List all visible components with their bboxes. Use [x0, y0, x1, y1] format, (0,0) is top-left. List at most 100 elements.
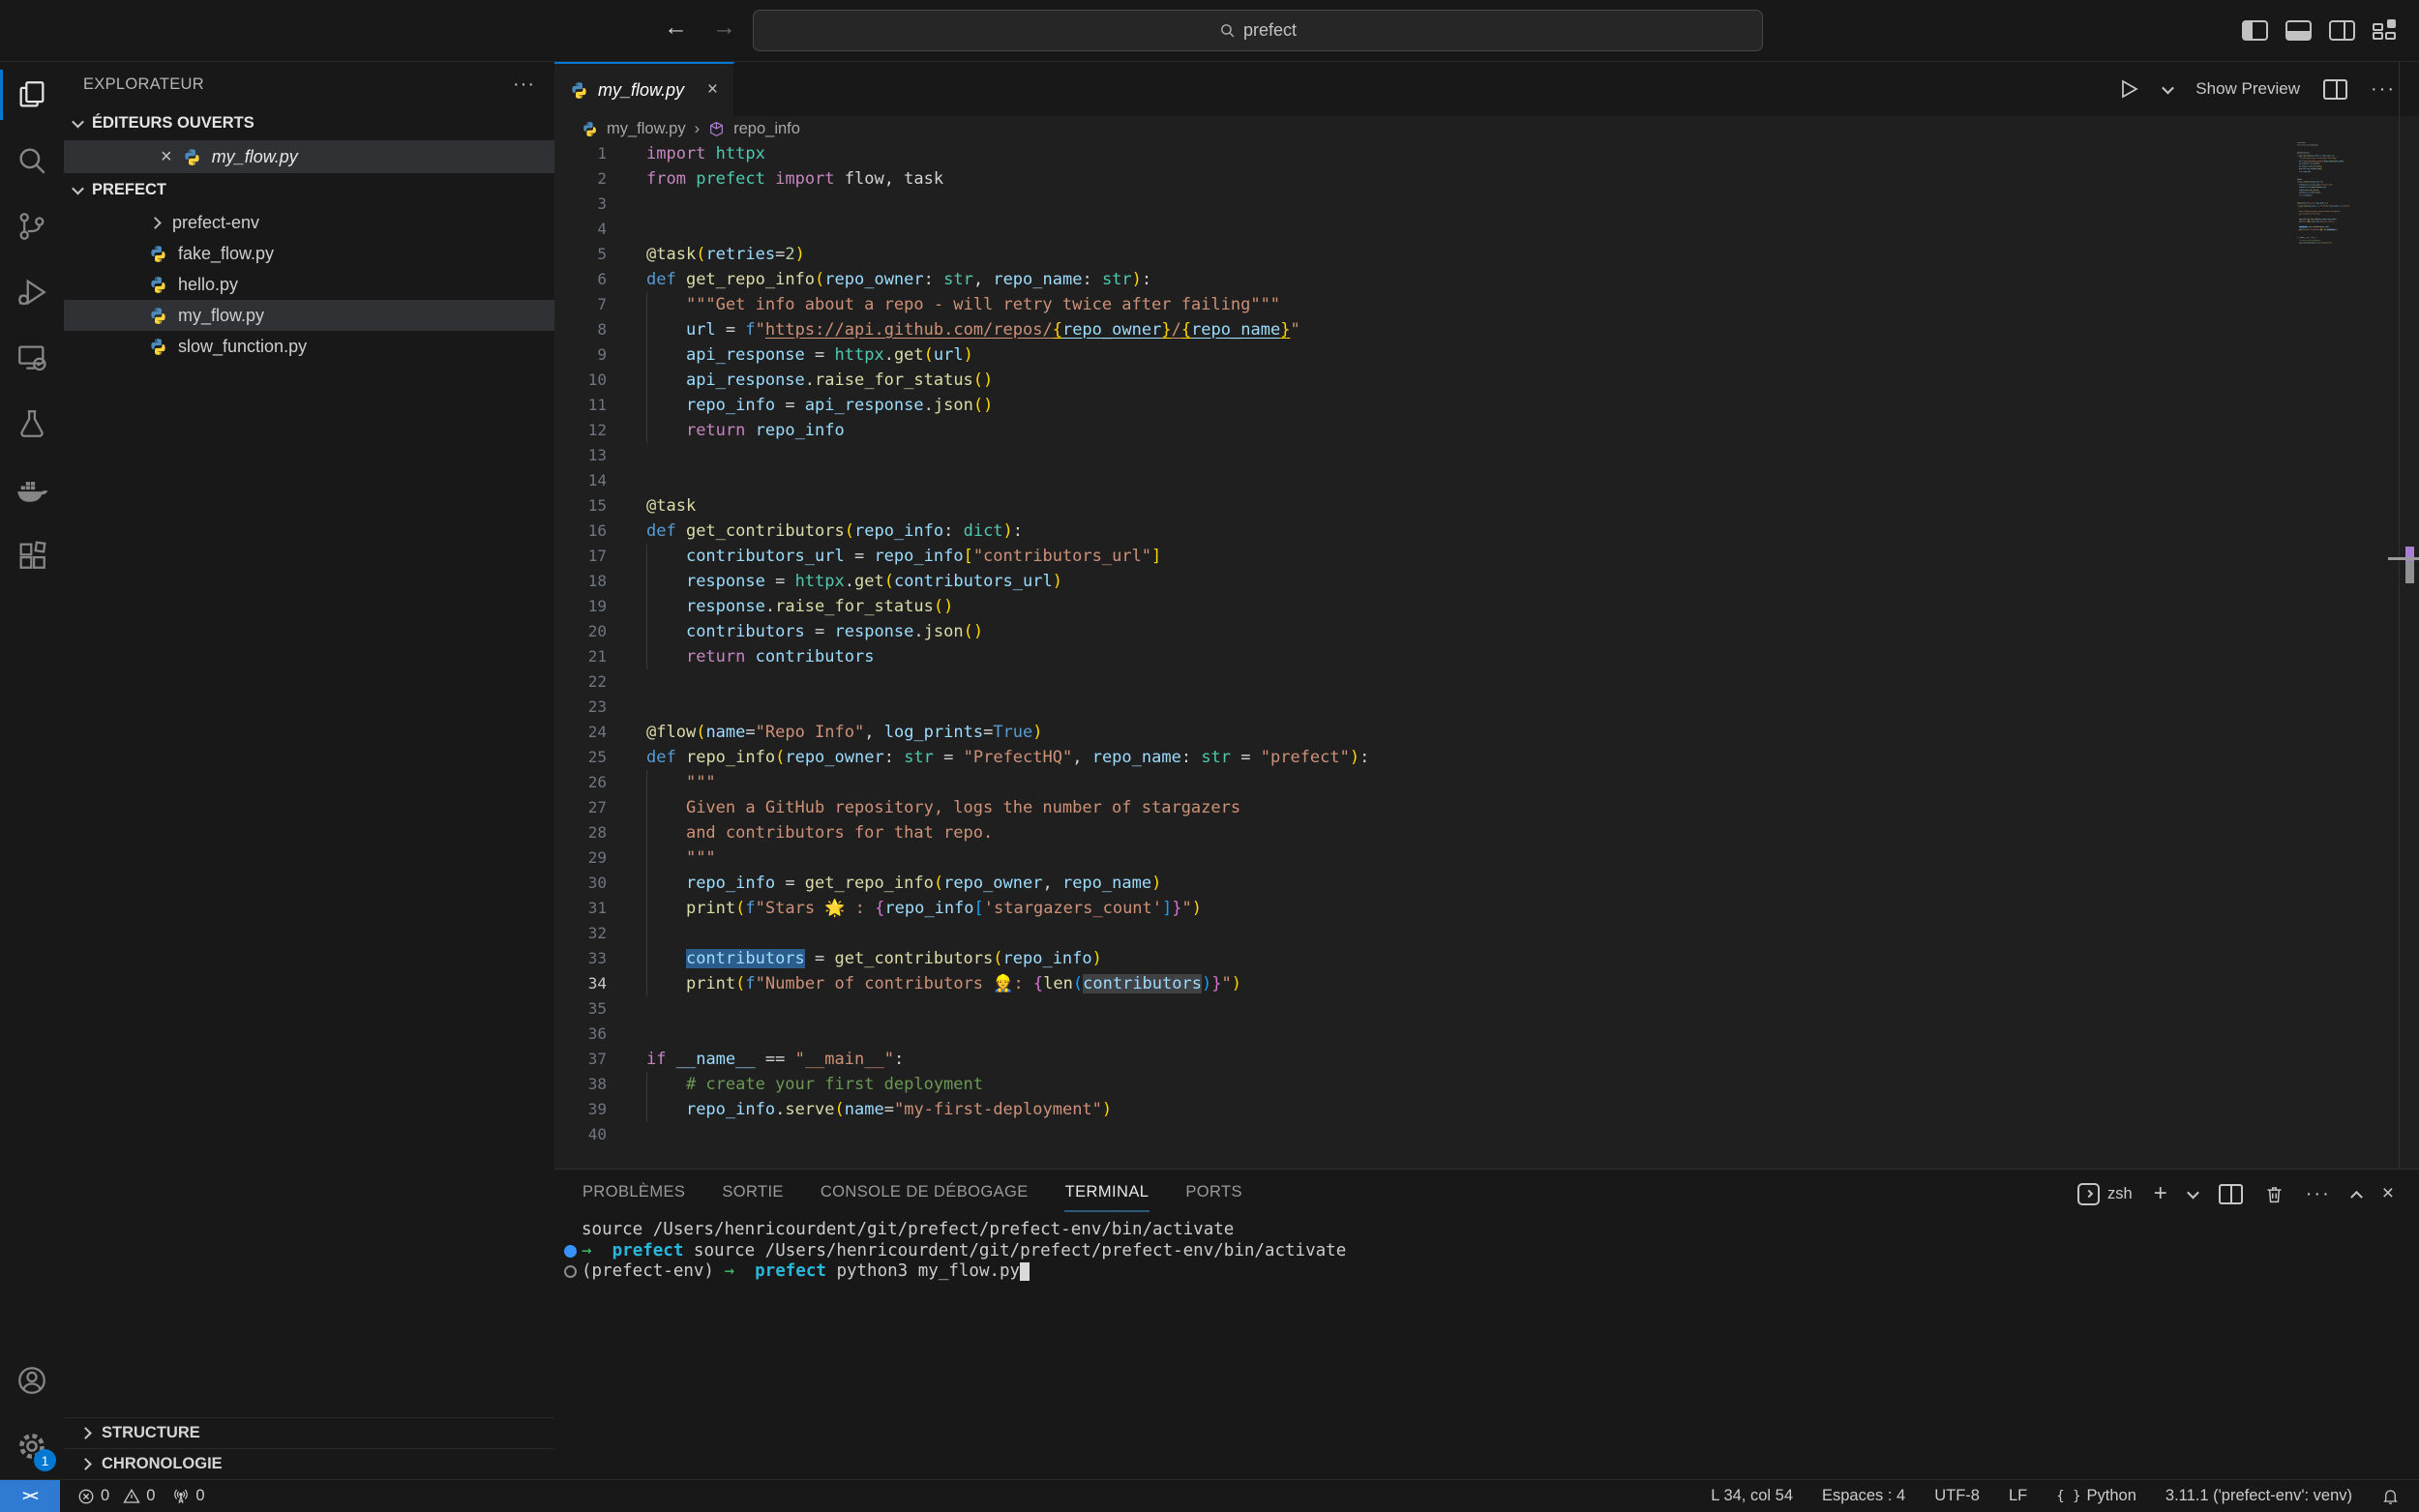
forward-arrow-icon[interactable]: →	[712, 14, 736, 42]
split-editor-icon[interactable]	[2323, 79, 2347, 100]
cursor-position[interactable]: L 34, col 54	[1711, 1487, 1793, 1505]
code-line-23[interactable]: 23	[554, 695, 2419, 720]
remote-indicator[interactable]: ><	[0, 1480, 60, 1512]
run-python-file-button[interactable]	[2117, 77, 2140, 101]
more-actions-icon[interactable]: ···	[2371, 78, 2396, 101]
forwarded-ports-status[interactable]: 0	[172, 1487, 204, 1505]
back-arrow-icon[interactable]: ←	[664, 14, 688, 42]
code-line-19[interactable]: 19 response.raise_for_status()	[554, 594, 2419, 619]
code-line-14[interactable]: 14	[554, 468, 2419, 493]
code-line-1[interactable]: 1import httpx	[554, 141, 2419, 166]
code-line-2[interactable]: 2from prefect import flow, task	[554, 166, 2419, 192]
code-line-36[interactable]: 36	[554, 1022, 2419, 1047]
code-line-31[interactable]: 31 print(f"Stars 🌟 : {repo_info['stargaz…	[554, 896, 2419, 921]
file-tree-item-my_flow.py[interactable]: my_flow.py	[64, 300, 554, 331]
code-line-38[interactable]: 38 # create your first deployment	[554, 1072, 2419, 1097]
code-line-25[interactable]: 25def repo_info(repo_owner: str = "Prefe…	[554, 745, 2419, 770]
file-tree-item-fake_flow.py[interactable]: fake_flow.py	[64, 238, 554, 269]
breadcrumb-symbol[interactable]: repo_info	[733, 120, 800, 138]
encoding-status[interactable]: UTF-8	[1934, 1487, 1980, 1505]
file-tree-item-hello.py[interactable]: hello.py	[64, 269, 554, 300]
code-line-34[interactable]: 34 print(f"Number of contributors 👷: {le…	[554, 971, 2419, 996]
code-line-10[interactable]: 10 api_response.raise_for_status()	[554, 368, 2419, 393]
code-line-16[interactable]: 16def get_contributors(repo_info: dict):	[554, 519, 2419, 544]
code-line-18[interactable]: 18 response = httpx.get(contributors_url…	[554, 569, 2419, 594]
code-line-9[interactable]: 9 api_response = httpx.get(url)	[554, 342, 2419, 368]
bell-icon[interactable]	[2381, 1487, 2400, 1505]
code-line-7[interactable]: 7 """Get info about a repo - will retry …	[554, 292, 2419, 317]
folder-section-header[interactable]: PREFECT	[64, 173, 554, 207]
minimap[interactable]: 1import httpx2from prefect import flow, …	[2297, 141, 2398, 1167]
new-terminal-button[interactable]: +	[2154, 1180, 2167, 1207]
code-line-26[interactable]: 26 """	[554, 770, 2419, 795]
code-area[interactable]: 1import httpx2from prefect import flow, …	[554, 141, 2419, 1169]
toggle-panel-icon[interactable]	[2285, 20, 2312, 41]
structure-section-header[interactable]: STRUCTURE	[64, 1417, 554, 1448]
code-line-8[interactable]: 8 url = f"https://api.github.com/repos/{…	[554, 317, 2419, 342]
settings-button[interactable]: 1	[0, 1413, 64, 1479]
panel-tab-ports[interactable]: PORTS	[1184, 1171, 1243, 1212]
split-terminal-icon[interactable]	[2219, 1184, 2243, 1204]
language-mode[interactable]: { } Python	[2056, 1487, 2136, 1505]
code-line-40[interactable]: 40	[554, 1122, 2419, 1147]
customize-layout-icon[interactable]	[2373, 19, 2398, 41]
code-line-5[interactable]: 5@task(retries=2)	[554, 242, 2419, 267]
terminal-shell-badge[interactable]: zsh	[2077, 1183, 2133, 1205]
command-center-search[interactable]: prefect	[753, 10, 1763, 51]
open-editors-header[interactable]: ÉDITEURS OUVERTS	[64, 106, 554, 140]
panel-tab-sortie[interactable]: SORTIE	[721, 1171, 785, 1212]
toggle-sidebar-left-icon[interactable]	[2242, 20, 2268, 41]
code-line-32[interactable]: 32	[554, 921, 2419, 946]
code-line-40[interactable]: 40	[2297, 244, 2394, 247]
sidebar-item-testing[interactable]	[0, 391, 64, 457]
code-line-12[interactable]: 12 return repo_info	[554, 418, 2419, 443]
code-line-30[interactable]: 30 repo_info = get_repo_info(repo_owner,…	[554, 871, 2419, 896]
code-line-37[interactable]: 37if __name__ == "__main__":	[554, 1047, 2419, 1072]
close-panel-icon[interactable]: ×	[2382, 1182, 2394, 1205]
sidebar-item-remote-explorer[interactable]	[0, 325, 64, 391]
breadcrumb-file[interactable]: my_flow.py	[607, 120, 686, 138]
code-line-3[interactable]: 3	[554, 192, 2419, 217]
code-line-6[interactable]: 6def get_repo_info(repo_owner: str, repo…	[554, 267, 2419, 292]
file-tree-item-prefect-env[interactable]: prefect-env	[64, 207, 554, 238]
eol-status[interactable]: LF	[2009, 1487, 2027, 1505]
sidebar-item-search[interactable]	[0, 128, 64, 193]
kill-terminal-trash-icon[interactable]	[2264, 1184, 2285, 1204]
code-line-39[interactable]: 39 repo_info.serve(name="my-first-deploy…	[554, 1097, 2419, 1122]
code-line-24[interactable]: 24@flow(name="Repo Info", log_prints=Tru…	[554, 720, 2419, 745]
panel-more-actions-icon[interactable]: ···	[2306, 1183, 2331, 1205]
explorer-more-actions[interactable]: ···	[513, 74, 535, 96]
sidebar-item-run-debug[interactable]	[0, 259, 64, 325]
code-line-35[interactable]: 35	[554, 996, 2419, 1022]
code-line-20[interactable]: 20 contributors = response.json()	[554, 619, 2419, 644]
code-line-13[interactable]: 13	[554, 443, 2419, 468]
code-line-21[interactable]: 21 return contributors	[554, 644, 2419, 669]
toggle-sidebar-right-icon[interactable]	[2329, 20, 2355, 41]
terminal-output[interactable]: source /Users/henricourdent/git/prefect/…	[554, 1220, 2419, 1479]
panel-tab-probl-mes[interactable]: PROBLÈMES	[582, 1171, 686, 1212]
code-line-11[interactable]: 11 repo_info = api_response.json()	[554, 393, 2419, 418]
panel-tab-terminal[interactable]: TERMINAL	[1064, 1171, 1150, 1212]
maximize-panel-chevron-icon[interactable]	[2350, 1190, 2363, 1202]
code-line-33[interactable]: 33 contributors = get_contributors(repo_…	[554, 946, 2419, 971]
accounts-button[interactable]	[0, 1348, 64, 1413]
terminal-dropdown-chevron-icon[interactable]	[2187, 1186, 2199, 1199]
show-preview-button[interactable]: Show Preview	[2195, 79, 2300, 99]
tab-my-flow[interactable]: my_flow.py ×	[554, 62, 734, 116]
code-line-17[interactable]: 17 contributors_url = repo_info["contrib…	[554, 544, 2419, 569]
open-editor-item[interactable]: × my_flow.py	[64, 140, 554, 173]
indentation-status[interactable]: Espaces : 4	[1822, 1487, 1905, 1505]
timeline-section-header[interactable]: CHRONOLOGIE	[64, 1448, 554, 1479]
close-icon[interactable]: ×	[707, 79, 718, 101]
python-interpreter[interactable]: 3.11.1 ('prefect-env': venv)	[2165, 1487, 2352, 1505]
sidebar-item-source-control[interactable]	[0, 193, 64, 259]
close-icon[interactable]: ×	[161, 146, 172, 168]
code-line-22[interactable]: 22	[554, 669, 2419, 695]
sidebar-item-docker[interactable]	[0, 457, 64, 522]
code-line-15[interactable]: 15@task	[554, 493, 2419, 519]
run-dropdown-chevron-icon[interactable]	[2162, 81, 2174, 94]
sidebar-item-explorer[interactable]	[0, 62, 64, 128]
code-line-28[interactable]: 28 and contributors for that repo.	[554, 820, 2419, 845]
sidebar-item-extensions[interactable]	[0, 522, 64, 588]
panel-tab-console-de-d-bogage[interactable]: CONSOLE DE DÉBOGAGE	[820, 1171, 1030, 1212]
